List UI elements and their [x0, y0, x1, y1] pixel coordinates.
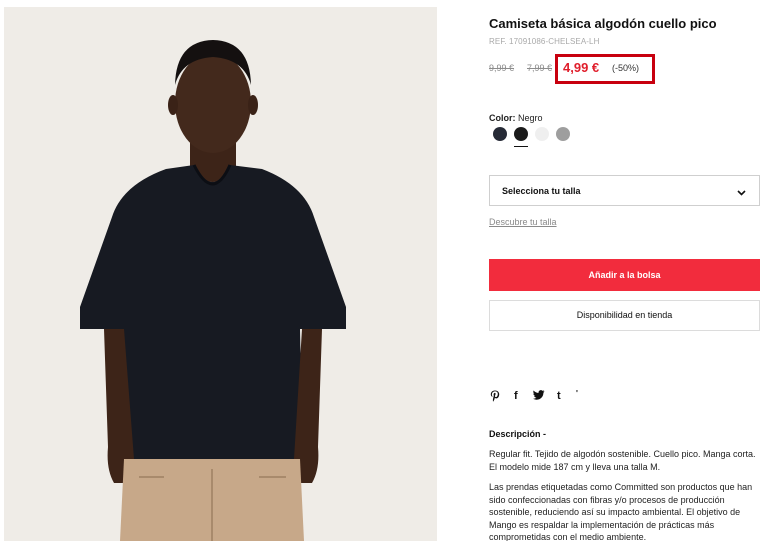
size-select-dropdown[interactable]: Selecciona tu talla [489, 175, 760, 206]
facebook-icon[interactable]: f [514, 390, 518, 402]
discount-badge: (-50%) [612, 63, 640, 73]
description-paragraph: Regular fit. Tejido de algodón sostenibl… [489, 449, 756, 472]
color-selected-name: Negro [518, 113, 543, 123]
color-swatch-white[interactable] [535, 127, 549, 141]
tumblr-icon[interactable]: t [557, 390, 561, 402]
product-image[interactable] [4, 7, 437, 541]
more-icon[interactable]: ' [576, 389, 578, 398]
size-select-label: Selecciona tu talla [502, 186, 581, 196]
color-label: Color: Negro [489, 113, 543, 123]
chevron-down-icon [736, 185, 747, 203]
color-label-prefix: Color: [489, 113, 516, 123]
product-title: Camiseta básica algodón cuello pico [489, 16, 717, 31]
twitter-icon[interactable] [532, 390, 545, 403]
store-availability-button[interactable]: Disponibilidad en tienda [489, 300, 760, 331]
product-reference: REF. 17091086-CHELSEA-LH [489, 37, 600, 46]
size-guide-link[interactable]: Descubre tu talla [489, 217, 557, 227]
color-swatch-navy[interactable] [493, 127, 507, 141]
old-price-original: 9,99 € [489, 63, 515, 73]
current-price: 4,99 € [563, 60, 600, 75]
pinterest-icon[interactable] [490, 390, 500, 405]
color-swatch-grey[interactable] [556, 127, 570, 141]
add-to-bag-button[interactable]: Añadir a la bolsa [489, 259, 760, 291]
selected-color-indicator [514, 146, 528, 147]
description-title[interactable]: Descripción - [489, 429, 546, 439]
old-price-previous: 7,99 € [527, 63, 553, 73]
description-paragraph-committed: Las prendas etiquetadas como Committed s… [489, 482, 753, 541]
color-swatch-black[interactable] [514, 127, 528, 141]
model-illustration [4, 7, 437, 541]
